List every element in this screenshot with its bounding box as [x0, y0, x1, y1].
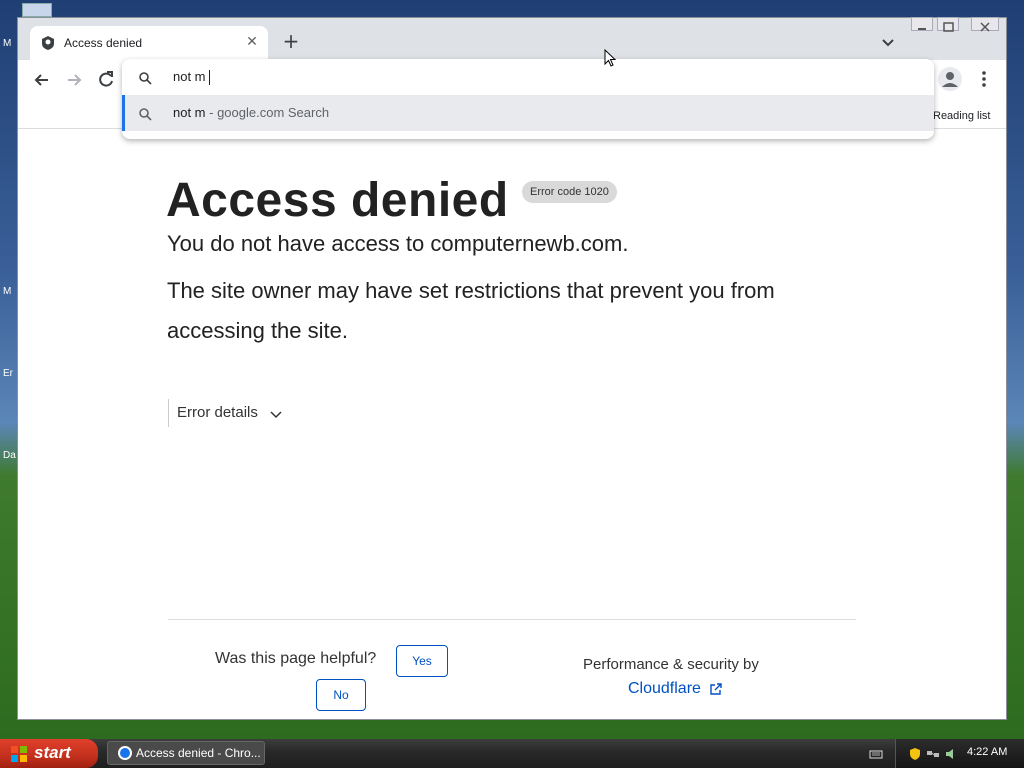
page-title: Access denied: [166, 174, 509, 227]
helpful-question: Was this page helpful?: [215, 650, 377, 667]
address-bar[interactable]: not m: [122, 59, 934, 95]
reading-list-button[interactable]: Reading list: [933, 110, 990, 122]
performance-text: Performance & security by: [583, 656, 759, 673]
back-button[interactable]: [30, 68, 54, 92]
tab-title: Access denied: [64, 36, 143, 50]
tab-close-icon[interactable]: ✕: [242, 32, 262, 52]
search-suggestion[interactable]: not m - google.com Search: [122, 95, 934, 131]
desktop-icon-label: Er: [3, 368, 13, 379]
external-link-icon: [709, 682, 723, 696]
suggestion-text: not m - google.com Search: [173, 105, 329, 120]
search-icon: [138, 106, 152, 121]
address-bar-value: not m: [173, 69, 206, 84]
reload-button[interactable]: [94, 68, 118, 92]
yes-button[interactable]: Yes: [396, 645, 448, 677]
desktop-icon-top[interactable]: [22, 3, 52, 17]
minimize-button[interactable]: [911, 17, 933, 31]
desktop-icon-label: Da: [3, 450, 16, 461]
page-content: Access denied Error code 1020 You do not…: [18, 129, 1006, 719]
new-tab-button[interactable]: +: [280, 30, 302, 52]
network-icon[interactable]: [926, 746, 940, 760]
error-details-toggle[interactable]: Error details: [168, 399, 284, 427]
suggestion-source: - google.com Search: [205, 105, 330, 120]
mouse-cursor-icon: [604, 48, 618, 69]
kebab-menu-icon[interactable]: [976, 68, 992, 90]
access-message: You do not have access to computernewb.c…: [167, 231, 629, 256]
error-details-label: Error details: [177, 404, 258, 421]
no-button[interactable]: No: [316, 679, 366, 711]
close-window-button[interactable]: [971, 17, 999, 32]
search-icon: [138, 70, 152, 85]
favicon-icon: [40, 35, 56, 51]
browser-window: Access denied ✕ + Reading list Access de…: [17, 17, 1007, 720]
taskbar-item-chrome[interactable]: Access denied - Chro...: [107, 741, 265, 765]
cloudflare-link[interactable]: Cloudflare: [628, 680, 723, 698]
security-shield-icon[interactable]: [908, 746, 922, 760]
text-caret: [208, 70, 210, 86]
volume-icon[interactable]: [944, 746, 958, 760]
taskbar-clock: 4:22 AM: [967, 746, 1008, 758]
chrome-icon: [118, 746, 132, 760]
forward-button[interactable]: [62, 68, 86, 92]
profile-avatar-icon[interactable]: [938, 67, 962, 91]
start-button[interactable]: start: [0, 739, 98, 768]
tab-strip: Access denied ✕ +: [18, 17, 1006, 60]
taskbar-item-label: Access denied - Chro...: [136, 746, 261, 760]
start-label: start: [34, 743, 71, 762]
omnibox-dropdown: not m not m - google.com Search: [122, 59, 934, 139]
restriction-message: The site owner may have set restrictions…: [167, 278, 775, 343]
suggestion-query: not m: [173, 105, 206, 120]
keyboard-icon[interactable]: [869, 746, 883, 760]
cloudflare-link-label: Cloudflare: [628, 680, 701, 697]
address-bar-text[interactable]: not m: [173, 69, 210, 86]
maximize-button[interactable]: [937, 17, 959, 32]
tab-access-denied[interactable]: Access denied ✕: [30, 26, 268, 60]
desktop-icon-label: M: [3, 38, 12, 49]
windows-logo-icon: [10, 745, 28, 763]
taskbar: start Access denied - Chro... 4:22 AM: [0, 739, 1024, 768]
chevron-down-icon: [268, 405, 284, 421]
error-code-badge: Error code 1020: [522, 181, 617, 203]
footer-divider: [168, 619, 856, 620]
desktop-icon-label: M: [3, 286, 12, 297]
tab-search-chevron-icon[interactable]: [878, 32, 898, 52]
